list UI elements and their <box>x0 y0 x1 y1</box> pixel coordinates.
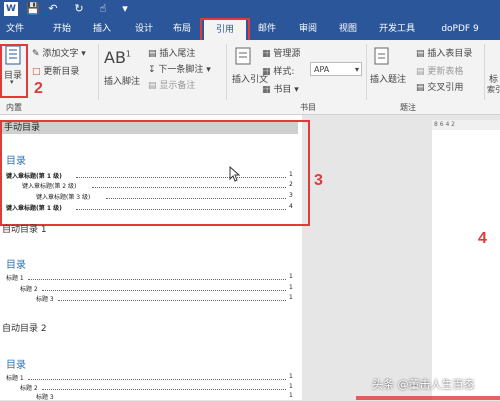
toc-line: 标题 1 <box>6 275 24 282</box>
toc-page-number: 1 <box>289 273 293 280</box>
toc-line: 标题 2 <box>20 286 38 293</box>
document-page[interactable] <box>432 130 500 400</box>
toc-line: 标题 3 <box>36 296 54 303</box>
insert-footnote-button[interactable]: AB1 插入脚注 <box>104 48 140 87</box>
callout-box-manual-toc <box>0 120 310 226</box>
style-label: ▦ 样式: <box>262 67 295 77</box>
callout-box-toc-button <box>0 44 28 98</box>
title-bar: W 💾 ↶ ↻ ☝ ▾ <box>0 0 500 18</box>
bibliography-button[interactable]: ▦ 书目 ▾ <box>262 82 299 95</box>
tab-review[interactable]: 审阅 <box>290 18 326 40</box>
cross-reference-button[interactable]: ▤ 交叉引用 <box>416 80 463 93</box>
touch-icon[interactable]: ☝ <box>96 2 110 16</box>
customize-icon[interactable]: ▾ <box>118 2 132 16</box>
chevron-down-icon: ▾ <box>354 65 359 74</box>
citation-icon <box>235 47 251 65</box>
callout-number-3: 3 <box>314 172 323 189</box>
callout-number-2: 2 <box>34 80 43 97</box>
ribbon-tabs: 文件 开始 插入 设计 布局 引用 邮件 审阅 视图 开发工具 doPDF 9 <box>0 18 500 40</box>
style-icon: ▦ <box>262 67 274 77</box>
endnote-icon: ▤ <box>148 49 160 59</box>
toc-line: 标题 2 <box>20 385 38 392</box>
next-footnote-icon: ↧ <box>148 65 159 75</box>
toc-page-number: 1 <box>289 383 293 390</box>
footnote-icon: AB1 <box>104 48 132 67</box>
toc-page-number: 1 <box>289 392 293 399</box>
next-footnote-button[interactable]: ↧ 下一条脚注 ▾ <box>148 62 211 75</box>
toc-leader <box>28 379 286 380</box>
callout-number-4: 4 <box>478 230 487 247</box>
insert-caption-button[interactable]: 插入题注 <box>370 46 406 85</box>
show-notes-button[interactable]: ▤ 显示备注 <box>148 78 195 91</box>
insert-endnote-button[interactable]: ▤ 插入尾注 <box>148 46 195 59</box>
auto-toc-2-title[interactable]: 目录 <box>6 356 26 371</box>
insert-citation-button[interactable]: 插入引文 <box>232 46 268 85</box>
mark-index-label-2[interactable]: 索引 <box>487 84 500 95</box>
redo-icon[interactable]: ↻ <box>72 2 86 16</box>
tab-mailings[interactable]: 邮件 <box>250 18 284 40</box>
add-text-icon: ✎ <box>32 49 43 59</box>
toc-leader <box>42 290 286 291</box>
ruler: 8 6 4 2 <box>432 120 500 130</box>
tab-dopdf[interactable]: doPDF 9 <box>430 18 490 40</box>
toc-leader <box>58 300 286 301</box>
group-label-captions: 题注 <box>400 103 416 112</box>
group-label-builtin: 内置 <box>6 103 22 112</box>
insert-table-of-figures-button[interactable]: ▤ 插入表目录 <box>416 46 472 59</box>
toc-page-number: 1 <box>289 284 293 291</box>
toc-page-number: 1 <box>289 373 293 380</box>
tab-design[interactable]: 设计 <box>126 18 162 40</box>
toc-page-number: 1 <box>289 294 293 301</box>
toc-leader <box>42 389 286 390</box>
toc-leader <box>28 279 286 280</box>
insert-footnote-label: 插入脚注 <box>104 77 141 87</box>
tab-home[interactable]: 开始 <box>44 18 80 40</box>
add-text-button[interactable]: ✎ 添加文字 ▾ <box>32 46 86 59</box>
red-annotation-line <box>356 396 500 400</box>
refresh-icon: □ <box>32 67 44 77</box>
toc-line: 标题 1 <box>6 375 24 382</box>
tab-insert[interactable]: 插入 <box>84 18 120 40</box>
tab-file[interactable]: 文件 <box>0 18 30 40</box>
manage-sources-icon: ▦ <box>262 49 274 59</box>
update-table-icon: ▤ <box>416 67 428 77</box>
update-toc-button[interactable]: □ 更新目录 <box>32 64 79 77</box>
tab-developer[interactable]: 开发工具 <box>372 18 422 40</box>
tab-view[interactable]: 视图 <box>330 18 366 40</box>
update-table-button[interactable]: ▤ 更新表格 <box>416 64 463 77</box>
auto-toc-2-label: 自动目录 2 <box>2 324 47 334</box>
save-icon[interactable]: 💾 <box>26 2 40 16</box>
word-icon[interactable]: W <box>4 2 18 16</box>
auto-toc-1-title[interactable]: 目录 <box>6 256 26 271</box>
bibliography-icon: ▦ <box>262 85 274 95</box>
manage-sources-button[interactable]: ▦ 管理源 <box>262 46 300 59</box>
table-of-figures-icon: ▤ <box>416 49 428 59</box>
undo-icon[interactable]: ↶ <box>46 2 60 16</box>
auto-toc-1-label: 自动目录 1 <box>2 225 47 235</box>
group-label-citations: 书目 <box>300 103 316 112</box>
watermark: 头条 @董击人生百态 <box>372 378 475 391</box>
insert-caption-label: 插入题注 <box>370 75 407 85</box>
style-select[interactable]: APA ▾ <box>310 62 362 76</box>
cross-reference-icon: ▤ <box>416 83 428 93</box>
show-notes-icon: ▤ <box>148 81 160 91</box>
tab-layout[interactable]: 布局 <box>164 18 200 40</box>
caption-icon <box>374 47 389 65</box>
ribbon-group-labels: 内置 书目 题注 <box>0 100 500 115</box>
